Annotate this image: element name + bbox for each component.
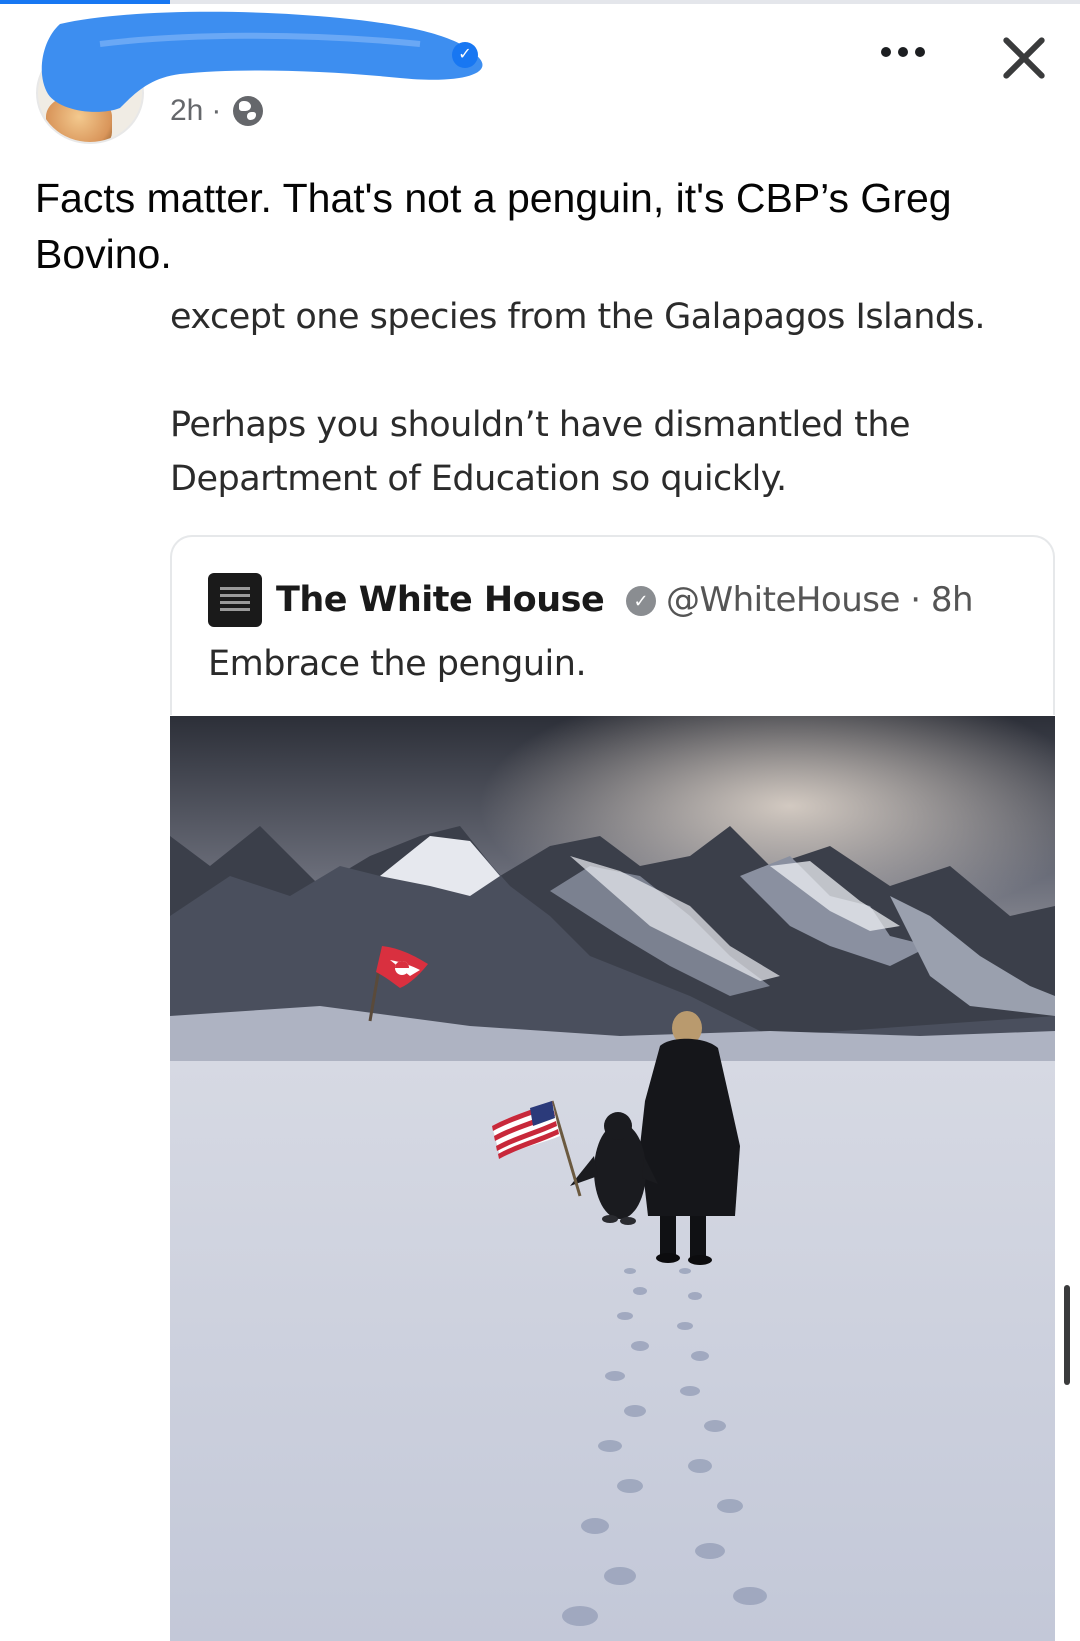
post-caption: Facts matter. That's not a penguin, it's… <box>35 175 952 277</box>
quoted-tweet-card[interactable]: The White House ✓ @WhiteHouse · 8h Embra… <box>170 535 1055 715</box>
meta-separator: · <box>211 94 222 127</box>
snow-landscape-illustration <box>170 716 1055 1641</box>
redacted-author-name <box>41 11 483 112</box>
white-house-logo-icon <box>208 573 262 627</box>
tweet-author: The White House <box>276 580 605 620</box>
tweet-image[interactable] <box>170 716 1055 1641</box>
scrollbar[interactable] <box>1064 1285 1070 1385</box>
shared-line-1: except one species from the Galapagos Is… <box>170 297 985 337</box>
more-dot <box>915 47 925 57</box>
verified-badge-icon: ✓ <box>626 586 656 616</box>
shared-paragraph-2: Perhaps you shouldn’t have dismantled th… <box>170 405 911 499</box>
more-dot <box>898 47 908 57</box>
verified-badge-icon: ✓ <box>452 42 478 68</box>
post-meta: 2h · <box>170 94 264 128</box>
close-icon[interactable] <box>994 28 1054 88</box>
more-options-button[interactable] <box>868 30 938 74</box>
post-time[interactable]: 2h <box>170 94 203 128</box>
post-header: ✓ 2h · <box>0 0 1080 150</box>
tweet-text: Embrace the penguin. <box>208 644 587 684</box>
more-horizontal-icon <box>881 47 891 57</box>
globe-icon[interactable] <box>233 96 264 126</box>
tweet-handle: @WhiteHouse · 8h <box>666 580 974 620</box>
